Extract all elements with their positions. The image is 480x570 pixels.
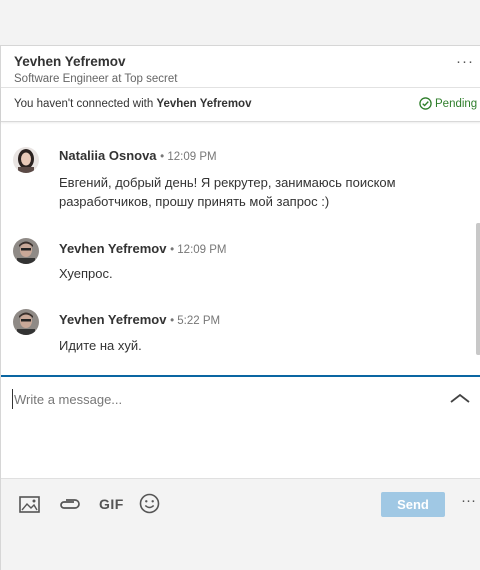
message-text: Идите на хуй. [59, 338, 142, 353]
image-icon[interactable] [19, 496, 40, 513]
avatar[interactable] [13, 147, 39, 173]
scrollbar[interactable] [476, 223, 480, 355]
conversation-header: Yevhen Yefremov Software Engineer at Top… [1, 45, 480, 88]
message-sender: Yevhen Yefremov • 12:09 PM [59, 241, 227, 256]
contact-headline: Software Engineer at Top secret [14, 73, 178, 85]
connection-banner: You haven't connected with Yevhen Yefrem… [1, 88, 480, 122]
avatar[interactable] [13, 238, 39, 264]
message-sender: Nataliia Osnova • 12:09 PM [59, 148, 217, 163]
compose-area [1, 375, 480, 478]
message-time: • 12:09 PM [160, 151, 217, 163]
message-time: • 12:09 PM [170, 244, 227, 256]
message-sender: Yevhen Yefremov • 5:22 PM [59, 312, 221, 327]
gif-icon[interactable]: GIF [99, 496, 124, 512]
more-options-button[interactable]: ··· [456, 53, 474, 70]
message-text: Хуепрос. [59, 266, 113, 281]
contact-name[interactable]: Yevhen Yefremov [14, 54, 126, 69]
connection-name: Yevhen Yefremov [156, 98, 252, 110]
check-circle-icon [419, 97, 432, 110]
message-list[interactable]: Nataliia Osnova • 12:09 PM Евгений, добр… [1, 123, 480, 375]
avatar[interactable] [13, 309, 39, 335]
more-icon[interactable]: ··· [461, 492, 476, 509]
compose-toolbar: GIF Send ··· [1, 478, 480, 570]
attachment-icon[interactable] [58, 498, 81, 510]
message-time: • 5:22 PM [170, 315, 221, 327]
message-text: Евгений, добрый день! Я рекрутер, занима… [59, 175, 396, 209]
send-button[interactable]: Send [381, 492, 445, 517]
pending-label: Pending [435, 98, 478, 110]
message-input[interactable] [12, 389, 434, 409]
connection-notice: You haven't connected with Yevhen Yefrem… [14, 98, 252, 110]
pending-status: Pending [419, 97, 477, 110]
chevron-up-icon[interactable] [449, 392, 471, 404]
message-panel: Yevhen Yefremov Software Engineer at Top… [0, 45, 480, 570]
emoji-icon[interactable] [139, 493, 160, 514]
